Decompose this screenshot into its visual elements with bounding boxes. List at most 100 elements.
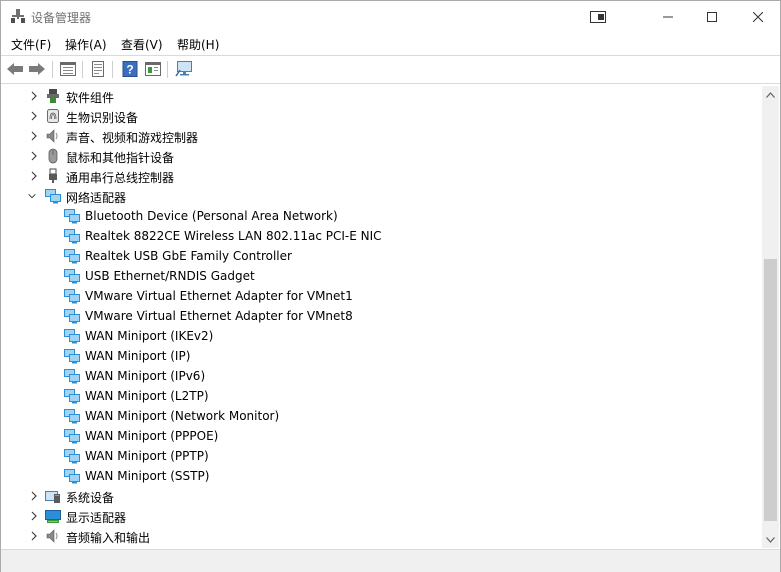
network-adapter-item[interactable]: WAN Miniport (Network Monitor) — [3, 406, 762, 426]
status-bar — [1, 549, 780, 572]
network-adapter-icon — [64, 369, 80, 384]
network-adapter-icon — [64, 409, 80, 424]
network-adapter-label: WAN Miniport (SSTP) — [85, 469, 210, 483]
maximize-icon — [707, 11, 717, 22]
biometric-icon — [47, 109, 59, 123]
network-adapter-label: Bluetooth Device (Personal Area Network) — [85, 209, 338, 223]
menu-action[interactable]: 操作(A) — [65, 36, 107, 53]
network-adapter-icon — [64, 289, 80, 304]
tree-item-biometric-devices[interactable]: 生物识别设备 — [3, 106, 762, 126]
toolbar-separator — [112, 61, 113, 78]
audio-io-icon — [46, 529, 58, 543]
network-adapter-icon — [64, 229, 80, 244]
tree-item-audio-inputs-outputs[interactable]: 音频输入和输出 — [3, 526, 762, 546]
menu-help[interactable]: 帮助(H) — [177, 36, 219, 53]
forward-button[interactable] — [27, 59, 47, 79]
network-adapter-item[interactable]: VMware Virtual Ethernet Adapter for VMne… — [3, 286, 762, 306]
tree-item-usb-controllers[interactable]: 通用串行总线控制器 — [3, 166, 762, 186]
tree-item-label: 音频输入和输出 — [66, 531, 151, 545]
window-title: 设备管理器 — [31, 11, 92, 25]
network-adapter-label: WAN Miniport (PPPOE) — [85, 429, 219, 443]
tree-item-mice-pointing-devices[interactable]: 鼠标和其他指针设备 — [3, 146, 762, 166]
network-adapter-label: WAN Miniport (PPTP) — [85, 449, 209, 463]
network-adapter-item[interactable]: Realtek USB GbE Family Controller — [3, 246, 762, 266]
network-adapter-item[interactable]: VMware Virtual Ethernet Adapter for VMne… — [3, 306, 762, 326]
action-view-icon — [145, 62, 161, 76]
scroll-thumb[interactable] — [764, 259, 777, 521]
tree-item-display-adapters[interactable]: 显示适配器 — [3, 506, 762, 526]
snap-layout-button[interactable] — [575, 1, 621, 32]
network-adapter-item[interactable]: WAN Miniport (PPPOE) — [3, 426, 762, 446]
network-adapter-item[interactable]: WAN Miniport (SSTP) — [3, 466, 762, 486]
device-manager-app-icon — [11, 9, 25, 23]
update-driver-icon — [92, 61, 104, 77]
network-adapter-icon — [64, 449, 80, 464]
tree-item-label: 鼠标和其他指针设备 — [66, 151, 175, 165]
network-adapter-item[interactable]: WAN Miniport (IP) — [3, 346, 762, 366]
speaker-icon — [46, 129, 58, 143]
window-snap-icon — [590, 10, 606, 23]
network-adapter-item[interactable]: WAN Miniport (IKEv2) — [3, 326, 762, 346]
chevron-right-icon[interactable] — [29, 510, 39, 522]
svg-text:?: ? — [126, 63, 133, 77]
tree-item-network-adapters[interactable]: 网络适配器 — [3, 186, 762, 206]
network-adapter-item[interactable]: Realtek 8822CE Wireless LAN 802.11ac PCI… — [3, 226, 762, 246]
network-adapter-item[interactable]: USB Ethernet/RNDIS Gadget — [3, 266, 762, 286]
menu-view[interactable]: 查看(V) — [121, 36, 163, 53]
device-tree: 软件组件 生物识别设备 声音、视频和游戏控制器 鼠标和其他指针设备 通用串行总线… — [3, 86, 762, 548]
tree-item-system-devices[interactable]: 系统设备 — [3, 486, 762, 506]
tree-item-label: 显示适配器 — [66, 511, 127, 525]
scan-hardware-button[interactable] — [174, 59, 194, 79]
toolbar-separator — [52, 61, 53, 78]
help-icon: ? — [122, 61, 138, 77]
scroll-down-button[interactable] — [762, 531, 779, 548]
maximize-button[interactable] — [689, 1, 735, 32]
network-adapter-item[interactable]: WAN Miniport (L2TP) — [3, 386, 762, 406]
action-view-button[interactable] — [143, 59, 163, 79]
network-adapter-item[interactable]: Bluetooth Device (Personal Area Network) — [3, 206, 762, 226]
scroll-up-button[interactable] — [762, 86, 779, 103]
network-adapter-item[interactable]: WAN Miniport (PPTP) — [3, 446, 762, 466]
chevron-right-icon[interactable] — [29, 530, 39, 542]
network-adapter-label: VMware Virtual Ethernet Adapter for VMne… — [85, 289, 353, 303]
network-adapter-label: WAN Miniport (IP) — [85, 349, 191, 363]
show-hide-console-tree-button[interactable] — [58, 59, 78, 79]
network-adapter-icon — [64, 209, 80, 224]
usb-icon — [49, 168, 57, 183]
tree-item-label: 通用串行总线控制器 — [66, 171, 175, 185]
properties-button[interactable] — [88, 59, 108, 79]
forward-arrow-icon — [29, 63, 45, 75]
toolbar: ? — [1, 55, 780, 84]
help-button[interactable]: ? — [120, 59, 140, 79]
tree-item-software-components[interactable]: 软件组件 — [3, 86, 762, 106]
tree-item-sound-video-game-controllers[interactable]: 声音、视频和游戏控制器 — [3, 126, 762, 146]
tree-item-label: 系统设备 — [66, 491, 115, 505]
chevron-right-icon[interactable] — [29, 110, 39, 122]
network-adapter-label: WAN Miniport (Network Monitor) — [85, 409, 280, 423]
chevron-right-icon[interactable] — [29, 90, 39, 102]
monitor-scan-icon — [175, 61, 192, 77]
network-adapter-icon — [64, 389, 80, 404]
chevron-down-icon[interactable] — [27, 190, 37, 202]
network-adapter-label: Realtek 8822CE Wireless LAN 802.11ac PCI… — [85, 229, 382, 243]
minimize-button[interactable] — [645, 1, 691, 32]
close-icon — [753, 11, 763, 22]
menu-file[interactable]: 文件(F) — [11, 36, 51, 53]
network-adapter-icon — [64, 329, 80, 344]
network-adapter-label: WAN Miniport (IKEv2) — [85, 329, 214, 343]
chevron-right-icon[interactable] — [29, 490, 39, 502]
close-button[interactable] — [735, 1, 781, 32]
chevron-right-icon[interactable] — [29, 150, 39, 162]
chevron-right-icon[interactable] — [29, 130, 39, 142]
chevron-right-icon[interactable] — [29, 170, 39, 182]
software-components-icon — [47, 89, 59, 103]
mouse-icon — [48, 148, 58, 164]
network-adapter-label: USB Ethernet/RNDIS Gadget — [85, 269, 255, 283]
vertical-scrollbar[interactable] — [762, 86, 779, 548]
network-adapter-item[interactable]: WAN Miniport (IPv6) — [3, 366, 762, 386]
properties-list-icon — [60, 62, 76, 76]
network-adapter-icon — [64, 469, 80, 484]
back-button[interactable] — [5, 59, 25, 79]
tree-item-label: 网络适配器 — [66, 191, 127, 205]
tree-item-label: 声音、视频和游戏控制器 — [66, 131, 199, 145]
